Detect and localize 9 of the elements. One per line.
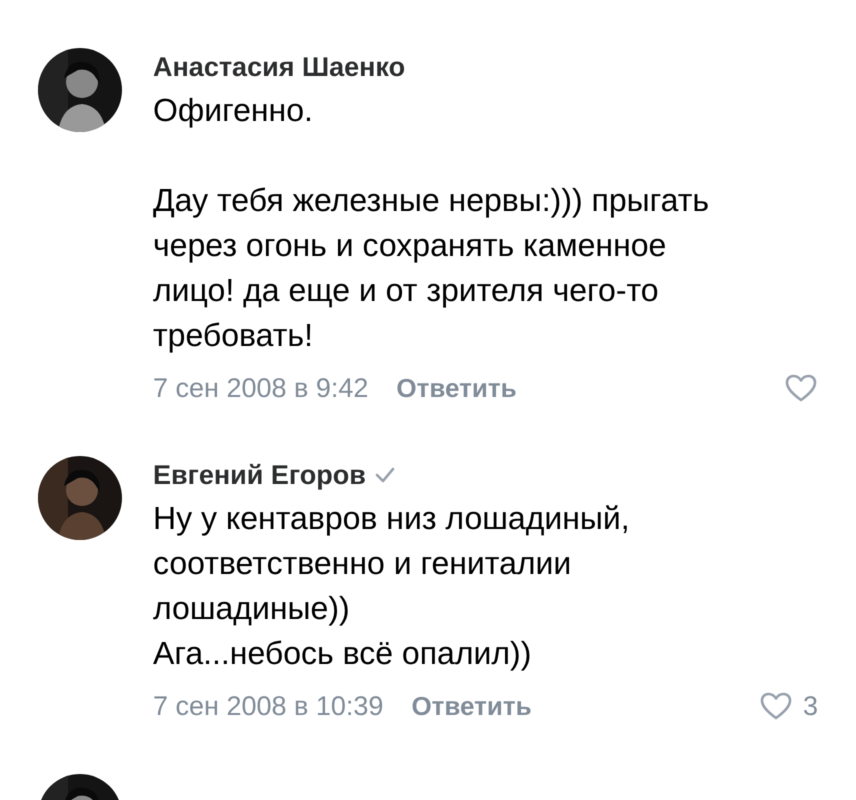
comment-date: 7 сен 2008 в 10:39	[153, 690, 384, 722]
comment-text: Офигенно. Дау тебя железные нервы:))) прыгать через огонь и сохранять каменное лицо! да еще и от зрителя чего-то требовать!	[153, 91, 710, 355]
author-name[interactable]: Анастасия Шаенко	[153, 52, 406, 82]
comment-text: Ну у кентавров низ лошадиный, соответственно и гениталии лошадиные)) Ага...небось всё опалил))	[153, 499, 631, 673]
like-count: 3	[802, 690, 818, 722]
author-name[interactable]: Евгений Егоров	[153, 460, 366, 490]
comment-date: 7 сен 2008 в 9:42	[153, 372, 368, 404]
heart-icon[interactable]	[784, 373, 818, 403]
heart-icon[interactable]	[758, 691, 793, 721]
